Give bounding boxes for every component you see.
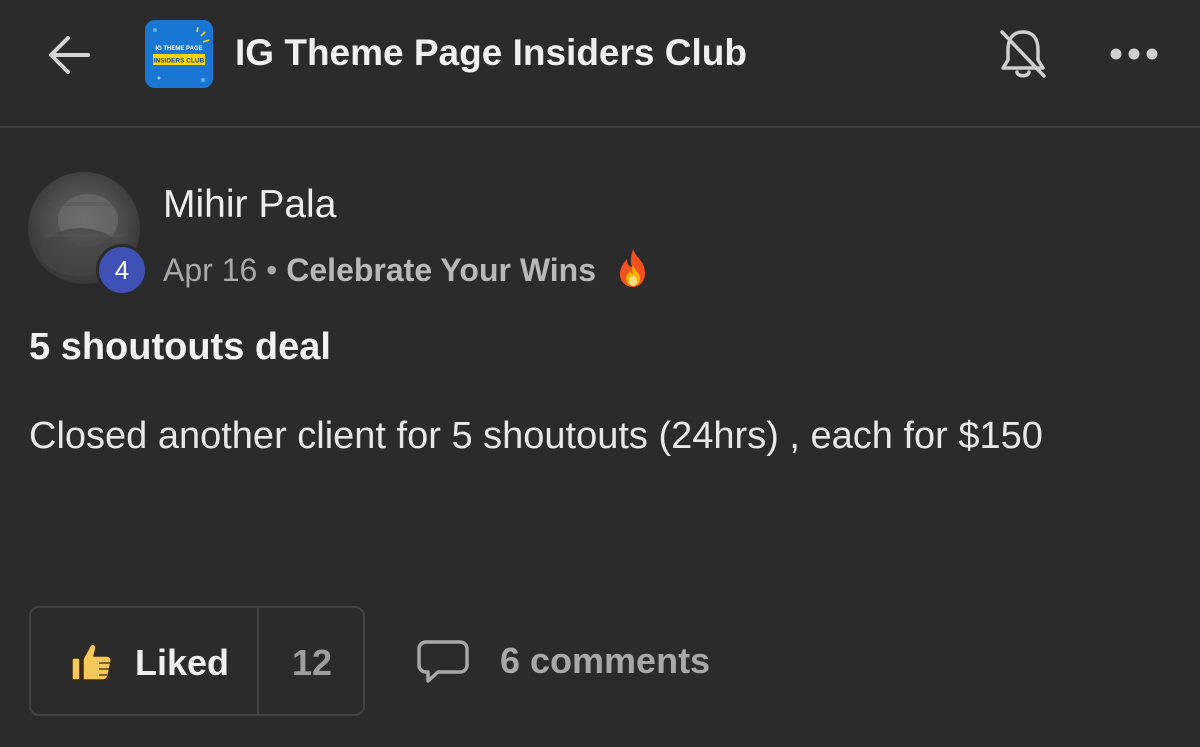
comments-button[interactable]: 6 comments [414, 636, 734, 686]
post-category[interactable]: Celebrate Your Wins [286, 252, 596, 288]
bell-off-icon [1000, 30, 1046, 78]
like-label: Liked [135, 642, 230, 683]
more-horizontal-icon [1110, 48, 1158, 60]
group-title[interactable]: IG Theme Page Insiders Club [235, 32, 747, 74]
meta-separator: • [266, 252, 278, 288]
comments-label: 6 comments [500, 640, 711, 681]
post-date: Apr 16 [163, 252, 258, 288]
top-app-bar: IG THEME PAGE INSIDERS CLUB IG Theme Pag… [0, 0, 1200, 128]
like-count[interactable]: 12 [259, 642, 365, 684]
group-logo[interactable]: IG THEME PAGE INSIDERS CLUB [145, 20, 213, 88]
logo-text-top: IG THEME PAGE [155, 46, 202, 52]
fire-icon [619, 249, 645, 287]
comment-icon [417, 640, 469, 683]
notifications-toggle[interactable] [996, 26, 1050, 82]
thumbs-up-icon [71, 643, 112, 681]
like-control: Liked 12 [29, 606, 365, 716]
more-options-button[interactable] [1108, 44, 1160, 64]
post-meta: Apr 16 • Celebrate Your Wins [163, 247, 653, 289]
like-button[interactable]: Liked [31, 608, 257, 714]
arrow-left-icon [49, 36, 90, 74]
author-level-badge: 4 [96, 244, 148, 296]
back-button[interactable] [44, 32, 94, 78]
post-body: Closed another client for 5 shoutouts (2… [29, 415, 1043, 457]
logo-text-bottom: INSIDERS CLUB [154, 58, 205, 65]
author-name[interactable]: Mihir Pala [163, 183, 336, 227]
post-title: 5 shoutouts deal [29, 326, 331, 368]
